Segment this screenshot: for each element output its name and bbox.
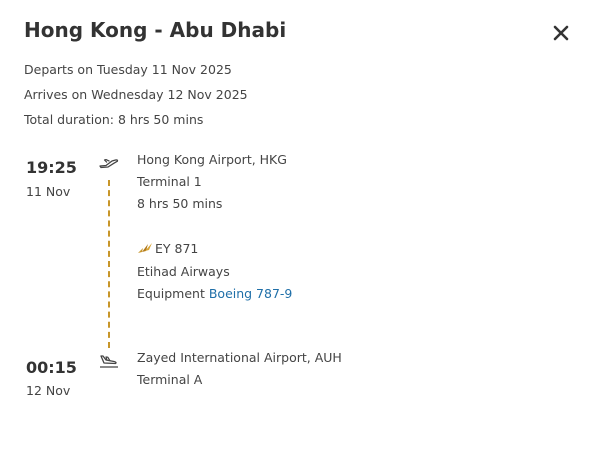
arrives-summary: Arrives on Wednesday 12 Nov 2025 bbox=[24, 87, 248, 102]
flight-number-row: EY 871 bbox=[137, 241, 198, 256]
arrival-time: 00:15 bbox=[26, 358, 77, 377]
flight-number: EY 871 bbox=[155, 241, 199, 256]
total-duration: Total duration: 8 hrs 50 mins bbox=[24, 112, 204, 127]
leg-duration: 8 hrs 50 mins bbox=[137, 196, 223, 211]
departure-date: 11 Nov bbox=[26, 184, 71, 199]
route-line bbox=[108, 180, 110, 348]
arrival-airport: Zayed International Airport, AUH bbox=[137, 350, 342, 365]
arrival-terminal: Terminal A bbox=[137, 372, 203, 387]
equipment-row: Equipment Boeing 787-9 bbox=[137, 286, 292, 301]
departure-airport: Hong Kong Airport, HKG bbox=[137, 152, 287, 167]
equipment-link[interactable]: Boeing 787-9 bbox=[209, 286, 293, 301]
airline-name: Etihad Airways bbox=[137, 264, 230, 279]
equipment-label: Equipment bbox=[137, 286, 205, 301]
takeoff-icon bbox=[99, 159, 119, 169]
etihad-logo-icon bbox=[138, 243, 152, 253]
departure-terminal: Terminal 1 bbox=[137, 174, 202, 189]
close-button[interactable] bbox=[548, 20, 574, 46]
landing-icon bbox=[100, 355, 118, 368]
close-icon bbox=[553, 25, 569, 41]
arrival-date: 12 Nov bbox=[26, 383, 71, 398]
departure-time: 19:25 bbox=[26, 158, 77, 177]
dialog-title: Hong Kong - Abu Dhabi bbox=[24, 18, 287, 42]
departs-summary: Departs on Tuesday 11 Nov 2025 bbox=[24, 62, 232, 77]
